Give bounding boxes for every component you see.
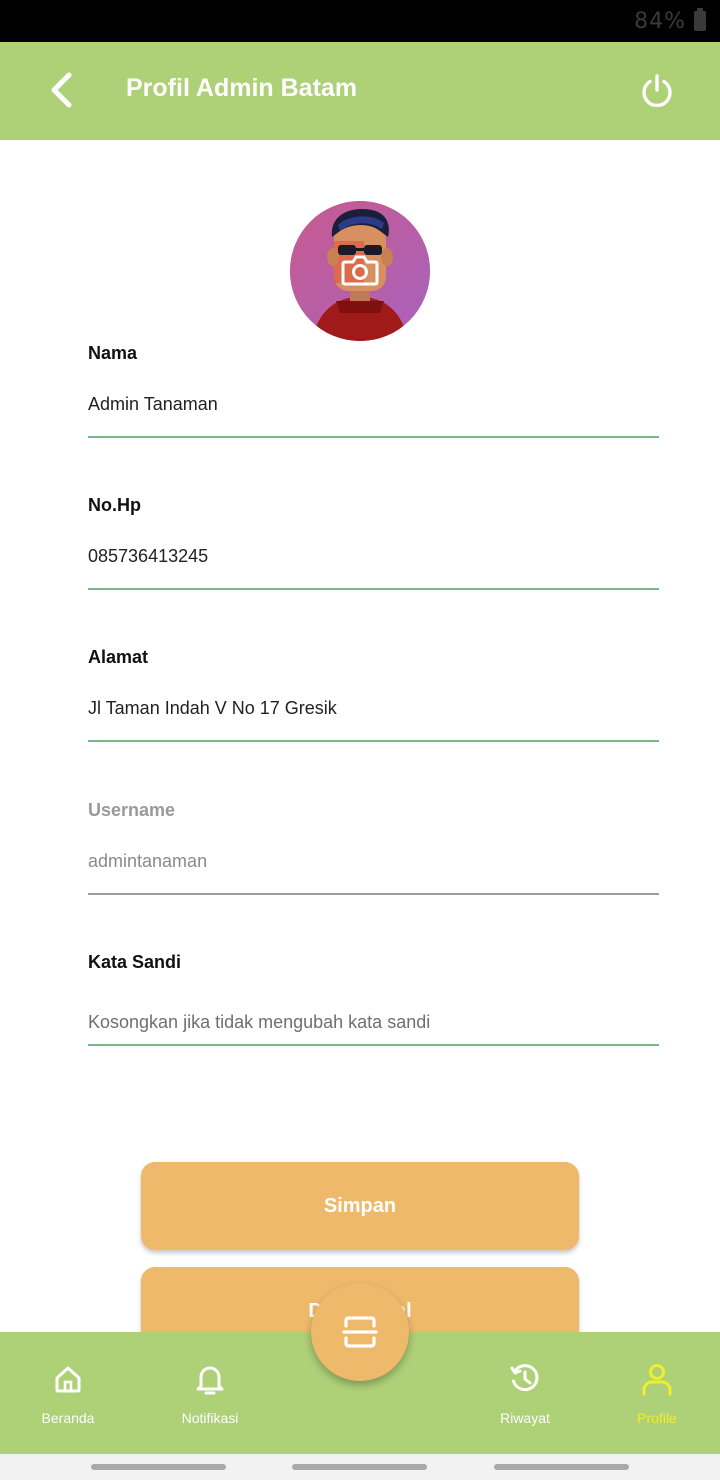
history-icon — [508, 1362, 542, 1396]
nav-item-notifikasi[interactable]: Notifikasi — [150, 1332, 270, 1454]
nav-item-beranda[interactable]: Beranda — [8, 1332, 128, 1454]
nav-label-riwayat: Riwayat — [500, 1410, 550, 1426]
address-field[interactable]: Alamat Jl Taman Indah V No 17 Gresik — [88, 646, 659, 742]
phone-underline — [88, 588, 659, 590]
power-icon — [642, 74, 672, 108]
scan-button[interactable] — [311, 1283, 409, 1381]
phone-label: No.Hp — [88, 495, 141, 515]
system-recent-button[interactable] — [91, 1464, 226, 1470]
password-underline — [88, 1044, 659, 1046]
app-bar: Profil Admin Batam — [0, 42, 720, 140]
bell-icon — [193, 1362, 227, 1396]
system-home-button[interactable] — [292, 1464, 427, 1470]
nav-label-notifikasi: Notifikasi — [181, 1410, 239, 1426]
address-input[interactable]: Jl Taman Indah V No 17 Gresik — [88, 698, 337, 719]
nav-item-riwayat[interactable]: Riwayat — [465, 1332, 585, 1454]
nav-item-profile[interactable]: Profile — [597, 1332, 717, 1454]
profile-screen: 84% Profil Admin Batam Nama Admin Tanama… — [0, 0, 720, 1480]
save-button[interactable]: Simpan — [141, 1162, 579, 1250]
name-underline — [88, 436, 659, 438]
back-arrow-icon — [51, 72, 72, 108]
address-underline — [88, 740, 659, 742]
scan-icon — [342, 1316, 378, 1348]
nav-label-profile: Profile — [637, 1410, 677, 1426]
password-field[interactable]: Kata Sandi Kosongkan jika tidak mengubah… — [88, 951, 659, 1046]
username-field: Username admintanaman — [88, 799, 659, 895]
battery-icon — [694, 8, 706, 31]
user-icon — [640, 1362, 674, 1396]
name-input[interactable]: Admin Tanaman — [88, 394, 218, 415]
address-label: Alamat — [88, 647, 149, 667]
phone-input[interactable]: 085736413245 — [88, 546, 208, 567]
username-input: admintanaman — [88, 851, 208, 871]
phone-field[interactable]: No.Hp 085736413245 — [88, 494, 659, 590]
name-field[interactable]: Nama Admin Tanaman — [88, 342, 659, 438]
status-bar: 84% — [0, 0, 720, 42]
back-button[interactable] — [36, 64, 88, 116]
username-label: Username — [88, 800, 176, 820]
name-label: Nama — [88, 343, 138, 363]
system-back-button[interactable] — [494, 1464, 629, 1470]
battery-percentage: 84% — [634, 9, 686, 34]
page-title: Profil Admin Batam — [126, 74, 358, 102]
password-input[interactable]: Kosongkan jika tidak mengubah kata sandi — [88, 1012, 430, 1033]
nav-label-beranda: Beranda — [41, 1410, 95, 1426]
password-label: Kata Sandi — [88, 952, 182, 972]
camera-icon[interactable] — [340, 250, 380, 290]
home-icon — [51, 1362, 85, 1396]
username-underline — [88, 893, 659, 895]
logout-button[interactable] — [630, 64, 684, 118]
system-nav-bar — [0, 1454, 720, 1480]
